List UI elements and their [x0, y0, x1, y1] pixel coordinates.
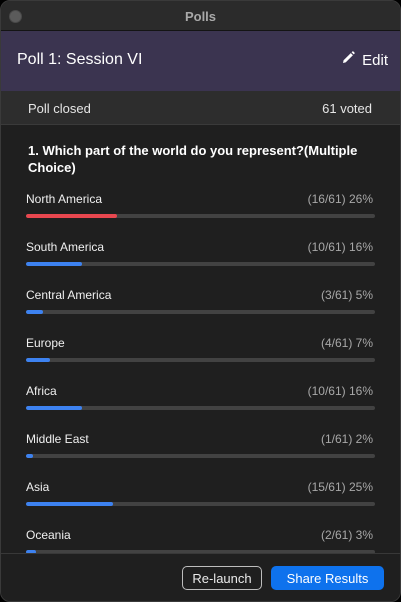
poll-state: Poll closed: [28, 101, 91, 116]
option-count: (4/61) 7%: [320, 336, 373, 350]
option-label: South America: [26, 240, 105, 254]
question-text: 1. Which part of the world do you repres…: [28, 143, 358, 175]
option-count: (2/61) 3%: [320, 528, 373, 542]
option-label: Oceania: [26, 528, 71, 542]
option-label: Middle East: [26, 432, 89, 446]
edit-button[interactable]: Edit: [342, 51, 388, 69]
footer: Re-launch Share Results: [1, 553, 400, 601]
result-bar-fill: [26, 454, 33, 458]
poll-status-bar: Poll closed 61 voted: [1, 91, 400, 125]
poll-title: Poll 1: Session VI: [17, 51, 143, 68]
result-bar-track: [26, 502, 375, 506]
poll-option: Central America (3/61) 5%: [1, 286, 400, 334]
result-bar-track: [26, 454, 375, 458]
result-bar-track: [26, 358, 375, 362]
title-bar: Polls: [1, 1, 400, 31]
result-bar-fill: [26, 310, 44, 314]
option-label: North America: [26, 192, 103, 206]
option-label: Europe: [26, 336, 65, 350]
option-label: Asia: [26, 480, 50, 494]
poll-option: Middle East (1/61) 2%: [1, 430, 400, 478]
result-bar-fill: [26, 358, 51, 362]
poll-option: North America (16/61) 26%: [1, 190, 400, 238]
poll-results[interactable]: 1. Which part of the world do you repres…: [1, 126, 400, 554]
result-bar-fill: [26, 214, 117, 218]
option-label: Central America: [26, 288, 112, 302]
poll-option: South America (10/61) 16%: [1, 238, 400, 286]
result-bar-track: [26, 214, 375, 218]
result-bar-track: [26, 262, 375, 266]
option-count: (10/61) 16%: [307, 240, 373, 254]
result-bar-track: [26, 406, 375, 410]
pencil-icon: [342, 51, 355, 69]
share-results-button[interactable]: Share Results: [271, 566, 384, 590]
options-list: North America (16/61) 26% South America (10…: [1, 190, 400, 554]
result-bar-fill: [26, 406, 82, 410]
option-count: (10/61) 16%: [307, 384, 373, 398]
option-count: (1/61) 2%: [320, 432, 373, 446]
vote-count: 61 voted: [322, 101, 372, 116]
option-label: Africa: [26, 384, 57, 398]
result-bar-track: [26, 310, 375, 314]
poll-option: Africa (10/61) 16%: [1, 382, 400, 430]
option-count: (15/61) 25%: [307, 480, 373, 494]
poll-option: Europe (4/61) 7%: [1, 334, 400, 382]
polls-window: Polls Poll 1: Session VI Edit Poll close…: [0, 0, 401, 602]
result-bar-fill: [26, 262, 82, 266]
poll-option: Oceania (2/61) 3%: [1, 526, 400, 554]
option-count: (16/61) 26%: [307, 192, 373, 206]
window-title: Polls: [184, 9, 217, 24]
result-bar-fill: [26, 502, 114, 506]
poll-option: Asia (15/61) 25%: [1, 478, 400, 526]
relaunch-button[interactable]: Re-launch: [182, 566, 262, 590]
poll-header: Poll 1: Session VI Edit: [1, 31, 400, 91]
option-count: (3/61) 5%: [320, 288, 373, 302]
edit-label: Edit: [362, 51, 388, 69]
